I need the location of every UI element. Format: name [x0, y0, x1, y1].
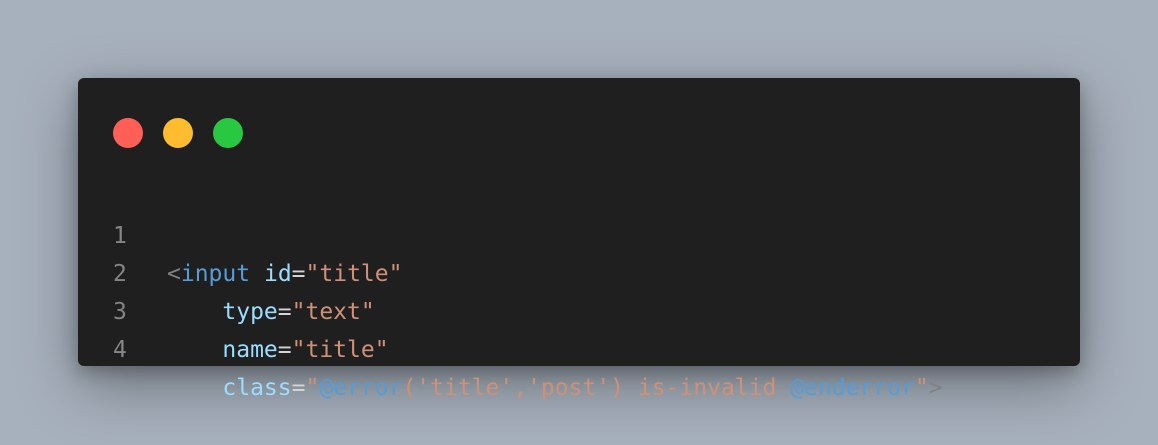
close-dot-icon[interactable] — [113, 118, 143, 148]
window-controls — [113, 118, 243, 148]
opening-quote: " — [305, 375, 320, 401]
blade-directive-error: @error — [319, 375, 403, 401]
maximize-dot-icon[interactable] — [213, 118, 243, 148]
equals-sign: = — [291, 375, 306, 401]
minimize-dot-icon[interactable] — [163, 118, 193, 148]
code-line-3: 3 name="title" — [78, 255, 1080, 363]
code-block: 1 <input id="title" 2 type="text" 3 name… — [78, 179, 1080, 401]
closing-quote: " — [914, 375, 929, 401]
attribute-name: name — [222, 337, 278, 363]
blade-directive-enderror: @enderror — [790, 375, 915, 401]
code-line-1: 1 <input id="title" — [78, 179, 1080, 287]
line-number: 4 — [113, 337, 127, 363]
code-line-4: 4 class="@error('title','post') is-inval… — [78, 293, 1080, 401]
tag-close-bracket: > — [928, 375, 943, 401]
code-line-content: name="title" — [167, 331, 389, 369]
code-window: 1 <input id="title" 2 type="text" 3 name… — [78, 78, 1080, 401]
code-line-content: class="@error('title','post') is-invalid… — [167, 369, 943, 407]
attribute-value: "title" — [291, 337, 389, 363]
code-line-2: 2 type="text" — [78, 217, 1080, 325]
equals-sign: = — [277, 337, 292, 363]
class-value-middle: ('title','post') is-invalid — [402, 375, 791, 401]
attribute-name: class — [222, 375, 292, 401]
